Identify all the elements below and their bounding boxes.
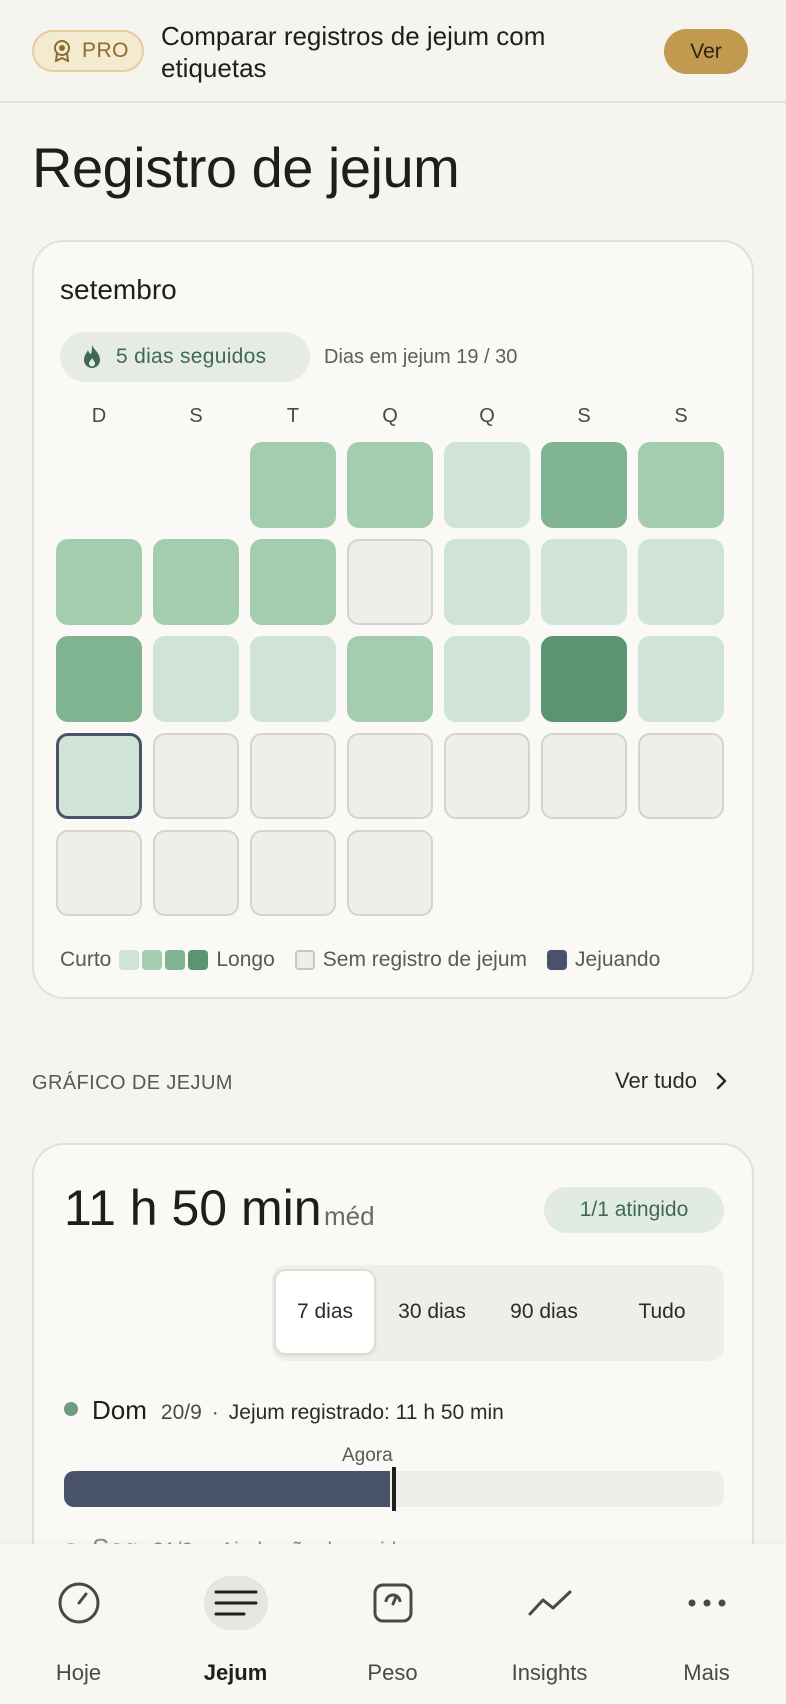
calendar-day[interactable] xyxy=(56,539,142,625)
legend-swatch-1 xyxy=(119,950,140,970)
section-title: GRÁFICO DE JEJUM xyxy=(32,1072,233,1094)
calendar-day[interactable] xyxy=(153,636,239,722)
calendar-day[interactable] xyxy=(638,539,724,625)
nav-more[interactable]: Mais xyxy=(628,1544,785,1704)
nav-label: Hoje xyxy=(55,1660,102,1685)
now-label: Agora xyxy=(342,1445,393,1466)
calendar-day[interactable] xyxy=(444,442,530,528)
pro-badge: PRO xyxy=(32,30,144,72)
nav-insights[interactable]: Insights xyxy=(471,1544,628,1704)
calendar-day[interactable] xyxy=(153,539,239,625)
nav-label: Mais xyxy=(683,1660,730,1685)
range-30-days[interactable]: 30 dias xyxy=(380,1269,484,1355)
nav-weight[interactable]: Peso xyxy=(314,1544,471,1704)
calendar-day[interactable] xyxy=(541,733,627,819)
bottom-navigation: Hoje Jejum Peso Insights Mais xyxy=(0,1544,786,1704)
calendar-day[interactable] xyxy=(250,830,336,916)
row-date: 20/9 xyxy=(160,1401,202,1424)
pro-badge-label: PRO xyxy=(82,39,130,62)
calendar-day[interactable] xyxy=(638,636,724,722)
fasting-days-count: Dias em jejum 19 / 30 xyxy=(324,346,518,368)
legend-long-label: Longo xyxy=(216,948,275,971)
calendar-day[interactable] xyxy=(153,830,239,916)
chart-row-sunday: Dom 20/9 · Jejum registrado: 11 h 50 min xyxy=(64,1395,504,1426)
legend-swatch-3 xyxy=(165,950,186,970)
nav-label: Jejum xyxy=(203,1660,268,1685)
calendar-day-today[interactable] xyxy=(56,733,142,819)
separator-dot: · xyxy=(211,1401,219,1424)
promo-text: Comparar registros de jejum com etiqueta… xyxy=(161,21,546,83)
calendar-day[interactable] xyxy=(250,733,336,819)
promo-view-button[interactable]: Ver xyxy=(664,29,748,74)
calendar-day[interactable] xyxy=(638,442,724,528)
now-marker xyxy=(392,1467,396,1511)
scale-icon xyxy=(361,1576,425,1630)
legend-fasting-label: Jejuando xyxy=(575,948,661,971)
calendar-day[interactable] xyxy=(541,539,627,625)
calendar-day[interactable] xyxy=(347,442,433,528)
calendar-day[interactable] xyxy=(250,636,336,722)
calendar-day[interactable] xyxy=(153,733,239,819)
calendar-day[interactable] xyxy=(444,539,530,625)
achieved-badge: 1/1 atingido xyxy=(544,1187,724,1233)
weekday-label: S xyxy=(189,405,203,427)
legend-no-record-label: Sem registro de jejum xyxy=(322,948,528,971)
legend-swatch-2 xyxy=(142,950,163,970)
more-dots-icon xyxy=(675,1576,739,1630)
calendar-day[interactable] xyxy=(250,539,336,625)
calendar-day[interactable] xyxy=(444,636,530,722)
promo-banner: PRO Comparar registros de jejum com etiq… xyxy=(0,0,786,103)
weekday-label: T xyxy=(286,405,300,427)
calendar-month: setembro xyxy=(60,274,177,305)
nav-today[interactable]: Hoje xyxy=(0,1544,157,1704)
average-duration: 11 h 50 min xyxy=(64,1180,322,1236)
calendar-day[interactable] xyxy=(250,442,336,528)
status-dot xyxy=(64,1402,78,1416)
streak-badge: 5 dias seguidos xyxy=(60,332,310,382)
range-all[interactable]: Tudo xyxy=(604,1269,720,1355)
calendar-day[interactable] xyxy=(541,442,627,528)
nav-label: Peso xyxy=(367,1660,418,1685)
weekday-label: Q xyxy=(479,405,495,427)
calendar-day[interactable] xyxy=(347,636,433,722)
legend-short-label: Curto xyxy=(60,948,112,971)
nav-label: Insights xyxy=(511,1660,588,1685)
calendar-day[interactable] xyxy=(638,733,724,819)
fasting-bar-fill xyxy=(64,1471,390,1507)
range-selector: 7 dias 30 dias 90 dias Tudo xyxy=(272,1265,724,1361)
chevron-right-icon xyxy=(716,1072,727,1090)
calendar-card: setembro 5 dias seguidos Dias em jejum 1… xyxy=(32,240,754,999)
trend-icon xyxy=(518,1576,582,1630)
row-detail: Jejum registrado: 11 h 50 min xyxy=(228,1401,504,1424)
weekday-label: Q xyxy=(382,405,398,427)
row-weekday: Dom xyxy=(92,1395,147,1425)
range-90-days[interactable]: 90 dias xyxy=(488,1269,600,1355)
calendar-day[interactable] xyxy=(56,636,142,722)
range-7-days[interactable]: 7 dias xyxy=(274,1269,376,1355)
calendar-day[interactable] xyxy=(347,830,433,916)
weekday-label: S xyxy=(577,405,591,427)
legend-no-record-swatch xyxy=(294,950,315,970)
calendar-day[interactable] xyxy=(347,733,433,819)
weekday-label: D xyxy=(91,405,107,427)
flame-icon xyxy=(84,345,100,368)
see-all-label: Ver tudo xyxy=(615,1068,697,1093)
streak-label: 5 dias seguidos xyxy=(116,345,267,368)
legend-swatch-4 xyxy=(188,950,209,970)
menu-lines-icon xyxy=(203,1576,268,1630)
see-all-link[interactable]: Ver tudo xyxy=(615,1068,727,1094)
calendar-day[interactable] xyxy=(56,830,142,916)
calendar-day[interactable] xyxy=(444,733,530,819)
award-icon xyxy=(54,40,70,62)
calendar-day[interactable] xyxy=(541,636,627,722)
calendar-day[interactable] xyxy=(347,539,433,625)
clock-icon xyxy=(47,1576,111,1630)
weekday-label: S xyxy=(674,405,688,427)
nav-fasting[interactable]: Jejum xyxy=(157,1544,314,1704)
calendar-legend: Curto Longo Sem registro de jejum Jejuan… xyxy=(60,948,660,972)
page-title: Registro de jejum xyxy=(32,136,460,199)
fasting-bar-track xyxy=(64,1467,724,1511)
average-unit: méd xyxy=(324,1201,375,1231)
legend-fasting-swatch xyxy=(547,950,568,970)
